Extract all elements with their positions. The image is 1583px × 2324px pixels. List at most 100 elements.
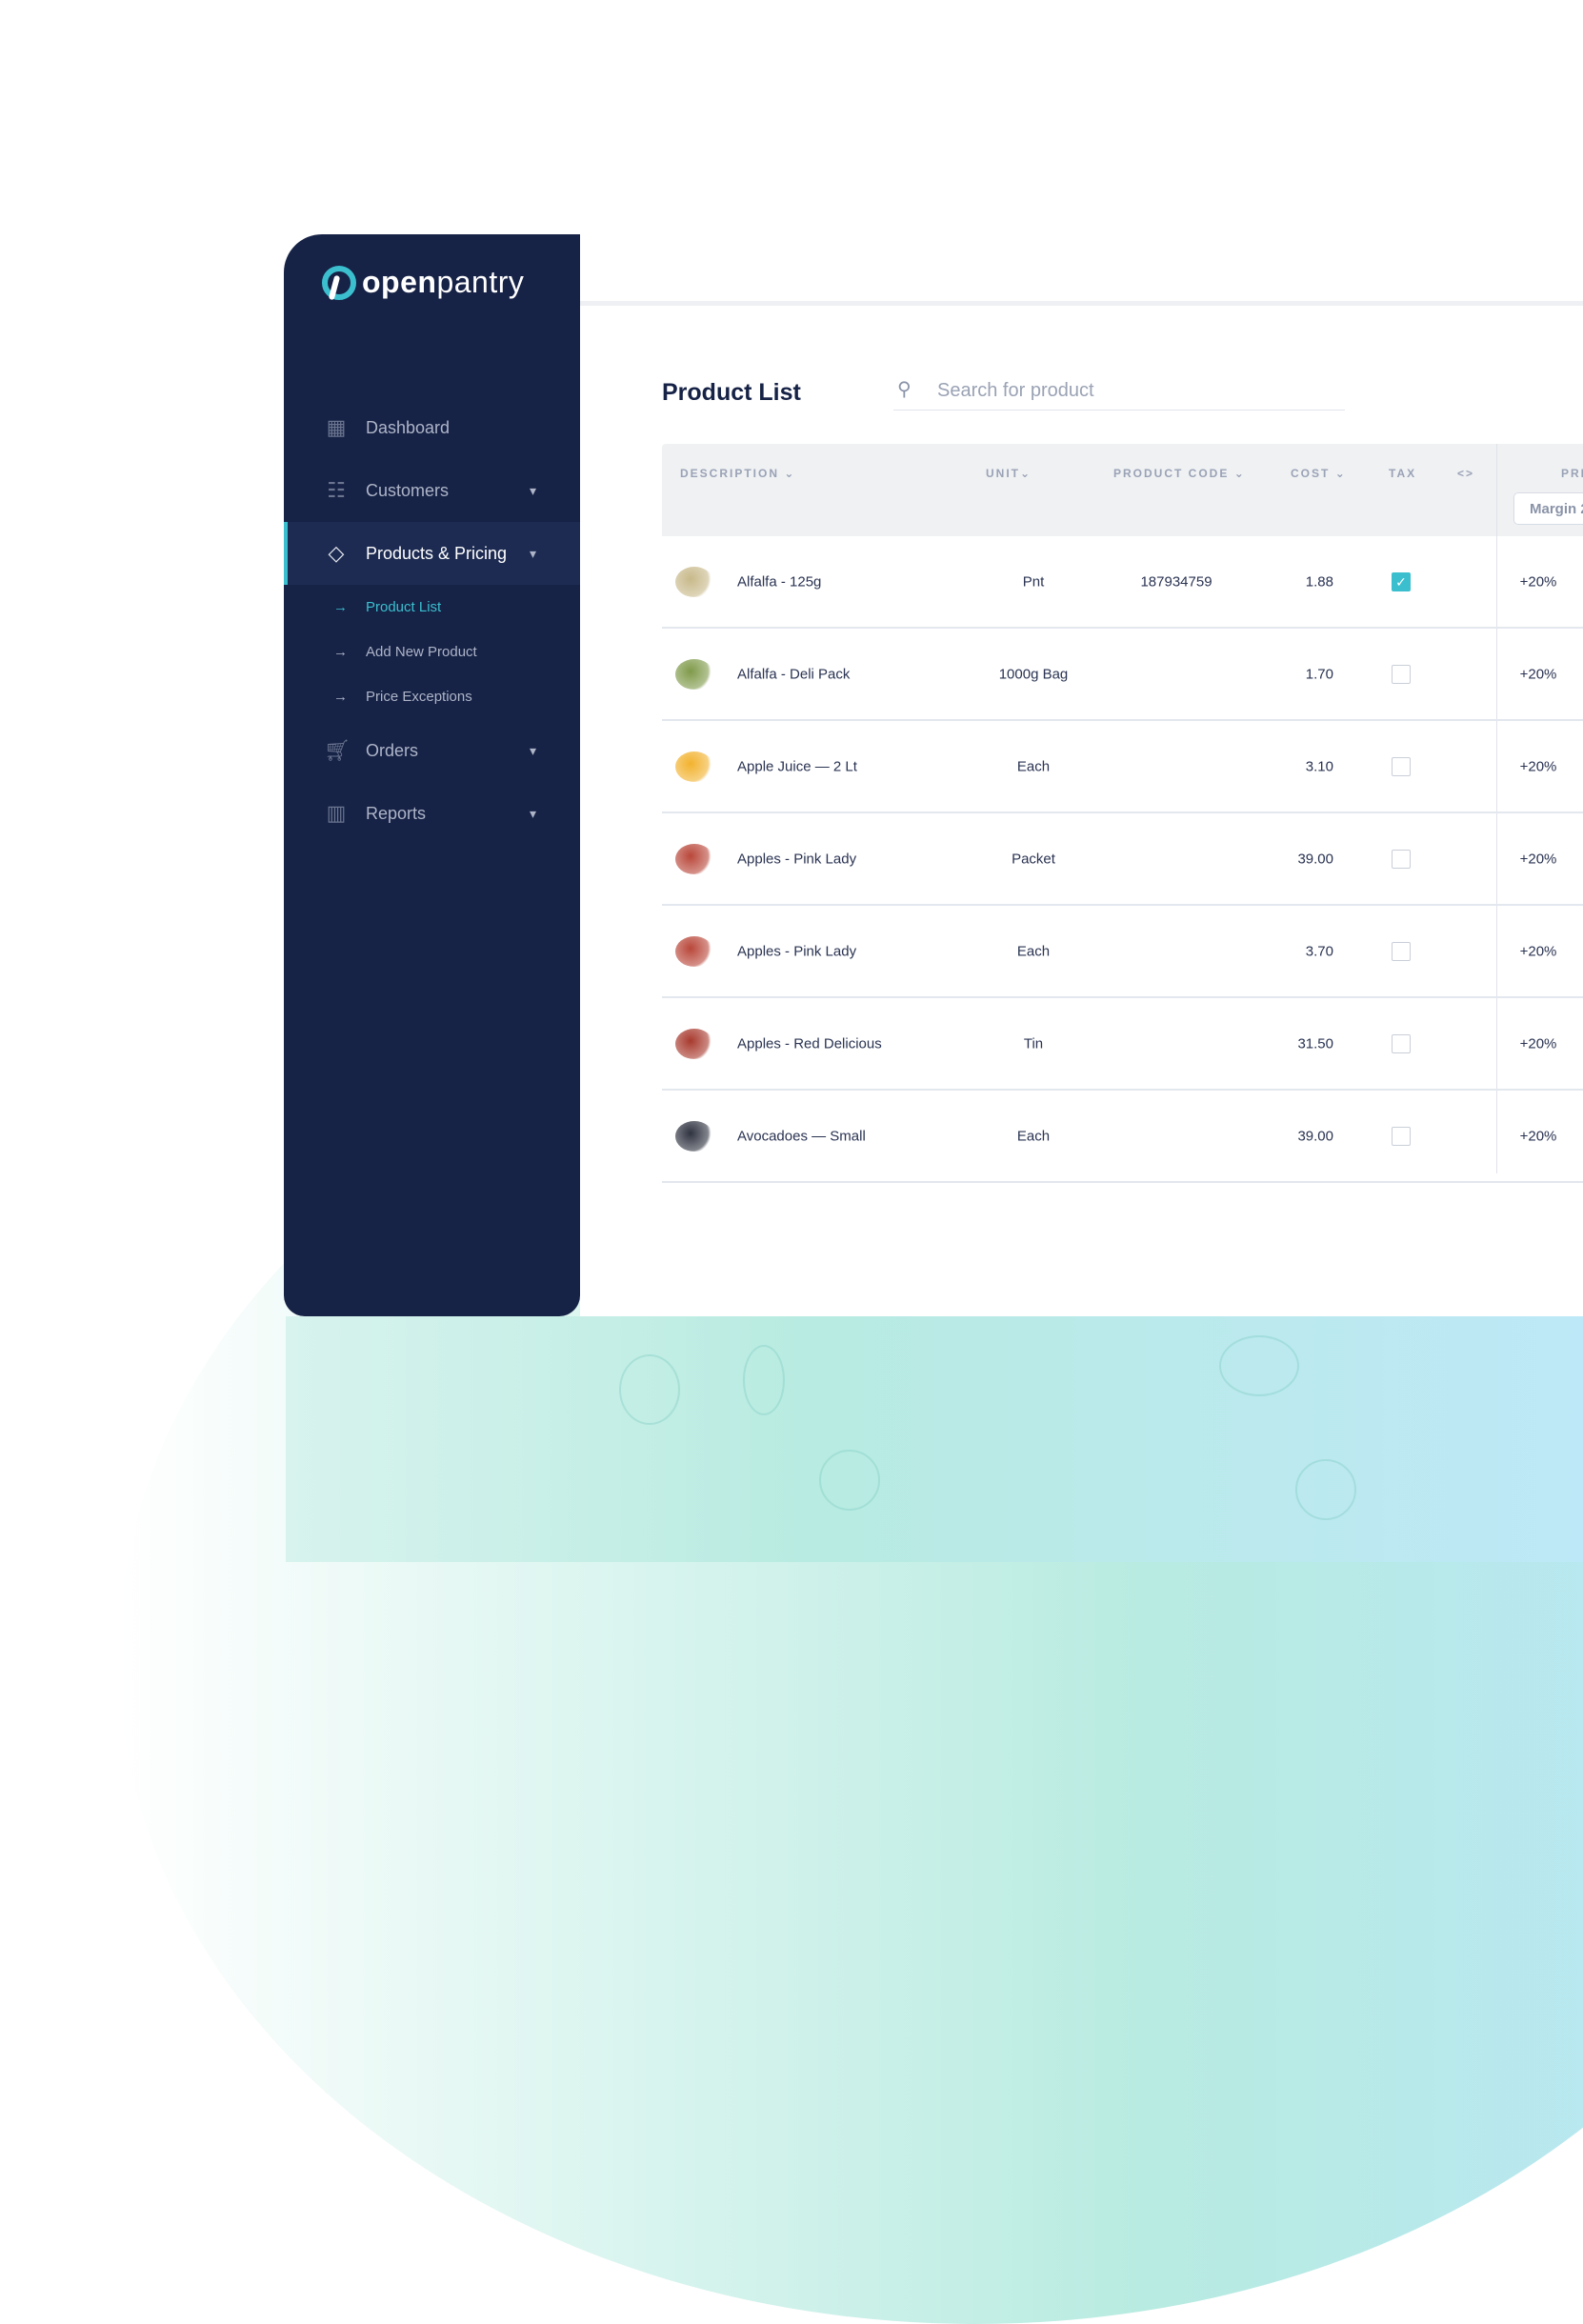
chevron-down-icon[interactable]: ▾	[530, 483, 536, 499]
product-thumbnail	[675, 843, 713, 874]
tax-checkbox[interactable]: ✓	[1392, 571, 1411, 591]
cell-description: Apples - Pink Lady	[737, 851, 857, 867]
sidebar-item-orders[interactable]: 🛒︎ Orders ▾	[284, 719, 580, 782]
topbar-divider	[580, 301, 1583, 306]
cell-unit: Packet	[1012, 851, 1055, 867]
search-box: ⚲	[893, 371, 1345, 411]
expand-columns-icon[interactable]: <>	[1457, 467, 1474, 480]
cell-cost: 39.00	[1297, 1128, 1333, 1144]
sidebar-item-products-pricing[interactable]: ◇ Products & Pricing ▾	[284, 522, 580, 585]
product-thumbnail	[675, 1120, 713, 1152]
sidebar-item-label: Orders	[366, 740, 419, 760]
cell-unit: Each	[1016, 758, 1051, 774]
logo[interactable]: openpantry	[322, 265, 524, 300]
sidebar-item-reports[interactable]: ▥ Reports ▾	[284, 782, 580, 845]
sidebar-item-customers[interactable]: ☷ Customers ▾	[284, 459, 580, 522]
table-row[interactable]: Alfalfa - Deli Pack 1000g Bag 1.70 +20%	[662, 629, 1583, 721]
cell-cost: 31.50	[1297, 1035, 1333, 1052]
product-thumbnail	[675, 1028, 713, 1059]
column-header-description[interactable]: DESCRIPTION ⌄	[680, 467, 795, 480]
table-row[interactable]: Alfalfa - 125g Pnt 187934759 1.88 ✓ +20%	[662, 536, 1583, 629]
sidebar-item-label: Products & Pricing	[366, 543, 508, 563]
sidebar-subitem-add-new-product[interactable]: → Add New Product	[284, 630, 580, 674]
cell-description: Avocadoes — Small	[737, 1128, 866, 1144]
tax-checkbox[interactable]	[1392, 664, 1411, 684]
cell-unit: Each	[1016, 943, 1051, 959]
doodle-icon	[1295, 1459, 1356, 1520]
arrow-right-icon: →	[333, 644, 348, 660]
cell-description: Apples - Red Delicious	[737, 1035, 882, 1052]
table-row[interactable]: Apple Juice — 2 Lt Each 3.10 +20%	[662, 721, 1583, 813]
page-title: Product List	[662, 379, 801, 406]
bar-chart-icon: ▥	[326, 801, 347, 825]
chevron-down-icon[interactable]: ▾	[530, 546, 536, 562]
cell-price: +20%	[1519, 758, 1557, 774]
cell-cost: 3.70	[1305, 943, 1333, 959]
table-row[interactable]: Apples - Pink Lady Each 3.70 +20%	[662, 906, 1583, 998]
tax-checkbox[interactable]	[1392, 756, 1411, 776]
sidebar-subitem-label: Price Exceptions	[366, 689, 472, 705]
cell-unit: Tin	[1023, 1035, 1044, 1052]
search-input[interactable]	[935, 373, 1339, 408]
column-header-cost[interactable]: COST ⌄	[1291, 467, 1347, 480]
table-row[interactable]: Apples - Pink Lady Packet 39.00 +20%	[662, 813, 1583, 906]
cell-cost: 1.88	[1305, 573, 1333, 590]
logo-text-bold: open	[362, 265, 437, 299]
doodle-icon	[743, 1345, 785, 1415]
margin-button[interactable]: Margin 2	[1513, 492, 1583, 525]
column-header-price[interactable]: PRI	[1561, 467, 1583, 480]
tax-checkbox[interactable]	[1392, 1033, 1411, 1053]
doodle-icon	[819, 1450, 880, 1511]
tag-icon: ◇	[328, 541, 345, 565]
arrow-right-icon: →	[333, 599, 348, 615]
sidebar-item-label: Dashboard	[366, 417, 451, 437]
chevron-down-icon: ⌄	[1233, 467, 1246, 480]
cell-unit: Pnt	[1022, 573, 1045, 590]
chevron-down-icon: ⌄	[784, 467, 796, 480]
chevron-down-icon: ⌄	[1020, 467, 1032, 480]
arrow-right-icon: →	[333, 689, 348, 705]
cell-description: Apple Juice — 2 Lt	[737, 758, 857, 774]
sidebar-subitem-label: Add New Product	[366, 644, 477, 660]
cell-cost: 3.10	[1305, 758, 1333, 774]
sidebar-item-label: Reports	[366, 803, 427, 823]
chevron-down-icon: ⌄	[1334, 467, 1347, 480]
cell-description: Apples - Pink Lady	[737, 943, 857, 959]
cell-price: +20%	[1519, 573, 1557, 590]
sidebar-subitem-product-list[interactable]: → Product List	[284, 585, 580, 630]
column-header-unit[interactable]: UNIT⌄	[986, 467, 1032, 480]
sidebar-item-dashboard[interactable]: ▦ Dashboard	[284, 396, 580, 459]
grid-icon: ▦	[326, 415, 347, 439]
cell-price: +20%	[1519, 666, 1557, 682]
sidebar-nav: ▦ Dashboard ☷ Customers ▾ ◇ Products & P…	[284, 396, 580, 845]
product-thumbnail	[675, 658, 713, 690]
table-row[interactable]: Avocadoes — Small Each 39.00 +20%	[662, 1091, 1583, 1183]
column-header-product-code[interactable]: PRODUCT CODE ⌄	[1113, 467, 1246, 480]
tax-checkbox[interactable]	[1392, 941, 1411, 961]
chevron-down-icon[interactable]: ▾	[530, 806, 536, 822]
column-header-tax: TAX	[1389, 467, 1417, 480]
cell-cost: 1.70	[1305, 666, 1333, 682]
product-table-body: Alfalfa - 125g Pnt 187934759 1.88 ✓ +20%…	[662, 536, 1583, 1183]
product-thumbnail	[675, 566, 713, 597]
tax-checkbox[interactable]	[1392, 849, 1411, 869]
logo-p-icon	[322, 265, 356, 300]
cell-price: +20%	[1519, 851, 1557, 867]
search-icon: ⚲	[897, 379, 912, 400]
cell-unit: Each	[1016, 1128, 1051, 1144]
table-row[interactable]: Apples - Red Delicious Tin 31.50 +20%	[662, 998, 1583, 1091]
sidebar-item-label: Customers	[366, 480, 450, 500]
sidebar-subitem-price-exceptions[interactable]: → Price Exceptions	[284, 674, 580, 719]
cart-icon: 🛒︎	[324, 738, 351, 762]
doodle-icon	[1219, 1335, 1299, 1396]
background-food-pattern	[286, 1316, 1583, 1562]
doodle-icon	[619, 1354, 680, 1425]
product-thumbnail	[675, 751, 713, 782]
contacts-icon: ☷	[327, 478, 346, 502]
chevron-down-icon[interactable]: ▾	[530, 743, 536, 759]
cell-description: Alfalfa - Deli Pack	[737, 666, 851, 682]
product-thumbnail	[675, 935, 713, 967]
tax-checkbox[interactable]	[1392, 1126, 1411, 1146]
cell-price: +20%	[1519, 943, 1557, 959]
cell-price: +20%	[1519, 1035, 1557, 1052]
